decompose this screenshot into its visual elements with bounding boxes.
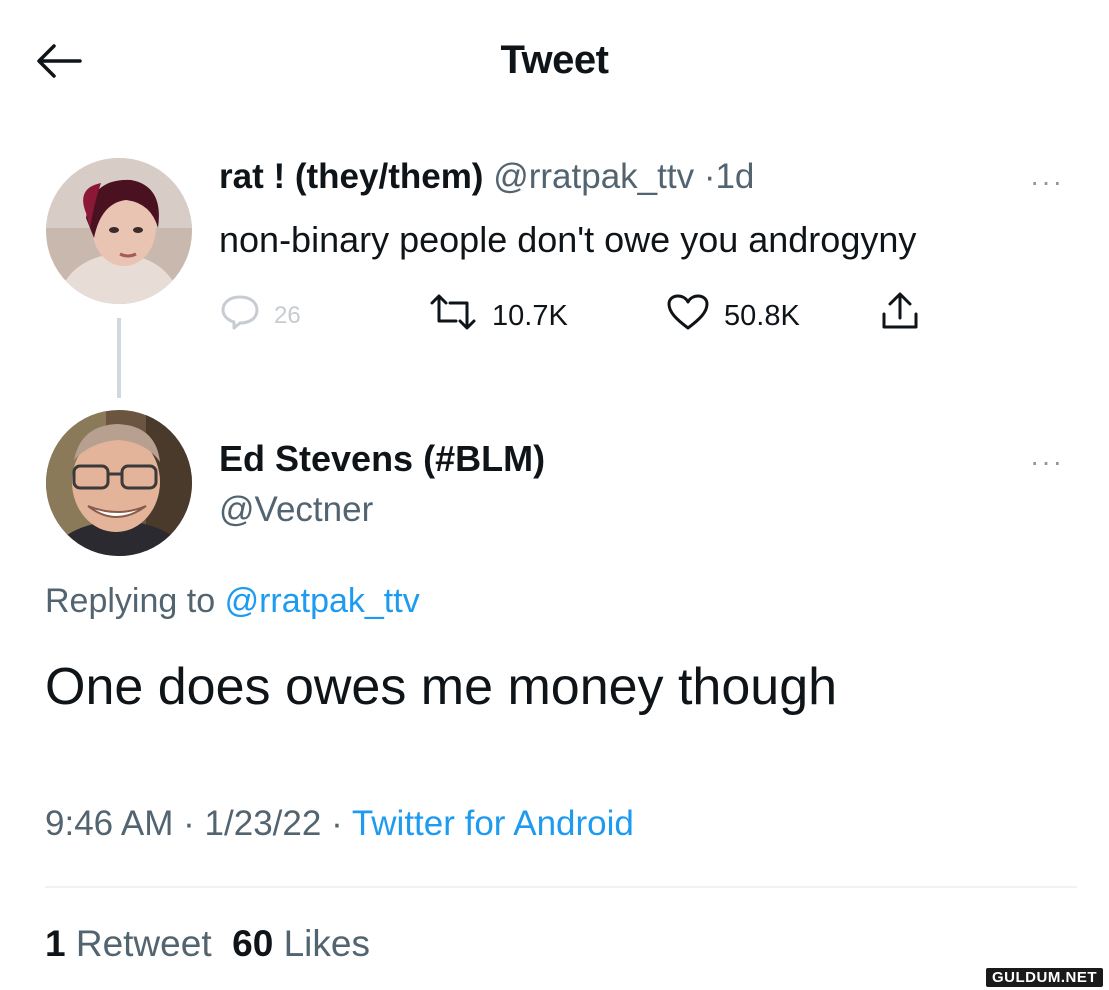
thread-line bbox=[117, 318, 121, 398]
page-title: Tweet bbox=[500, 38, 609, 82]
replying-mention-link[interactable]: @rratpak_ttv bbox=[225, 582, 420, 620]
reply-count: 26 bbox=[274, 302, 301, 329]
share-action[interactable] bbox=[880, 290, 920, 340]
reply-tweet-text: One does owes me money though bbox=[45, 658, 838, 716]
separator-dot: · bbox=[703, 157, 716, 196]
parent-handle[interactable]: @rratpak_ttv bbox=[493, 157, 694, 196]
likes-count: 60 bbox=[232, 923, 274, 964]
retweets-stat[interactable]: 1 Retweet bbox=[45, 923, 212, 964]
watermark: GULDUM.NET bbox=[986, 968, 1103, 987]
likes-label: Likes bbox=[283, 923, 370, 964]
retweet-action[interactable]: 10.7K bbox=[428, 293, 568, 339]
reply-more-button[interactable]: ··· bbox=[1030, 446, 1064, 478]
tweet-source-link[interactable]: Twitter for Android bbox=[352, 804, 634, 843]
avatar-rratpak[interactable] bbox=[46, 158, 192, 304]
reply-bubble-icon bbox=[220, 293, 260, 339]
likes-stat[interactable]: 60 Likes bbox=[232, 923, 370, 964]
divider bbox=[45, 886, 1077, 888]
meta-dot: · bbox=[331, 804, 343, 843]
tweet-meta: 9:46 AM · 1/23/22 · Twitter for Android bbox=[45, 804, 634, 844]
retweet-count: 10.7K bbox=[492, 299, 568, 332]
engagement-stats: 1 Retweet 60 Likes bbox=[45, 923, 370, 965]
avatar-vectner[interactable] bbox=[46, 410, 192, 556]
retweets-count: 1 bbox=[45, 923, 66, 964]
parent-tweet-age[interactable]: 1d bbox=[715, 157, 754, 196]
parent-more-button[interactable]: ··· bbox=[1030, 166, 1064, 198]
like-count: 50.8K bbox=[724, 299, 800, 332]
heart-icon bbox=[666, 293, 710, 339]
tweet-date[interactable]: 1/23/22 bbox=[205, 804, 322, 843]
reply-handle[interactable]: @Vectner bbox=[219, 490, 373, 530]
like-action[interactable]: 50.8K bbox=[666, 293, 800, 339]
parent-display-name[interactable]: rat ! (they/them) bbox=[219, 157, 483, 196]
meta-dot: · bbox=[183, 804, 195, 843]
reply-display-name[interactable]: Ed Stevens (#BLM) bbox=[219, 438, 545, 480]
retweet-icon bbox=[428, 293, 478, 339]
replying-prefix: Replying to bbox=[45, 582, 216, 620]
parent-tweet-header: rat ! (they/them) @rratpak_ttv ·1d bbox=[219, 157, 754, 197]
replying-to-line: Replying to @rratpak_ttv bbox=[45, 582, 420, 621]
reply-action[interactable]: 26 bbox=[220, 293, 301, 339]
retweets-label: Retweet bbox=[75, 923, 212, 964]
tweet-time[interactable]: 9:46 AM bbox=[45, 804, 173, 843]
parent-tweet-text: non-binary people don't owe you androgyn… bbox=[219, 219, 917, 260]
share-icon bbox=[880, 290, 920, 340]
